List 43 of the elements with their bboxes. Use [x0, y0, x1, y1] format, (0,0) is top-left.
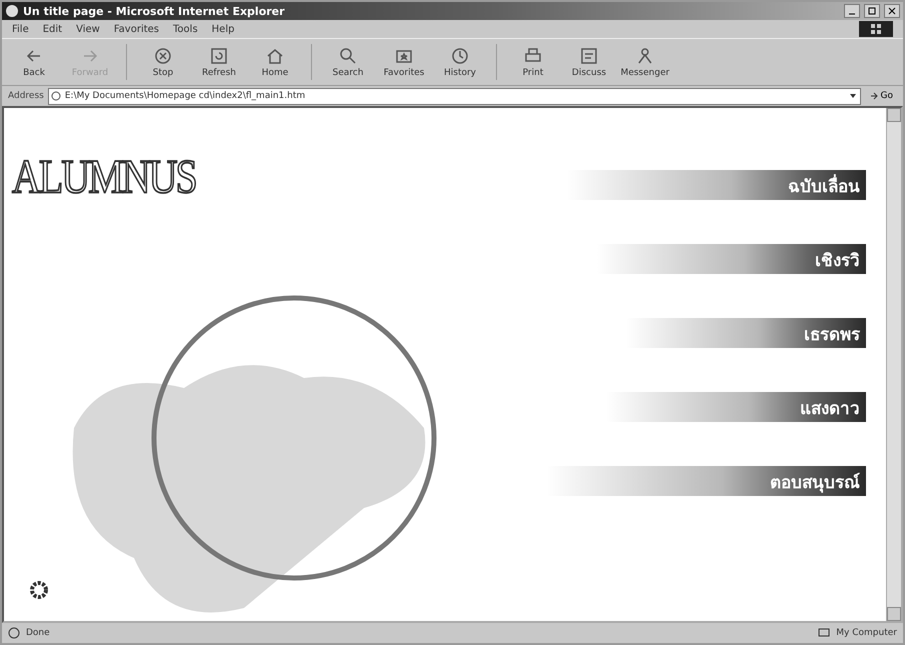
toolbar-button[interactable]: Refresh	[193, 41, 245, 83]
status-text: Done	[26, 628, 50, 638]
menu-item[interactable]: File	[12, 24, 29, 34]
go-button[interactable]: Go	[864, 91, 897, 101]
maximize-button[interactable]	[864, 4, 880, 18]
computer-icon	[818, 627, 830, 639]
toolbar-button[interactable]: Favorites	[378, 41, 430, 83]
toolbar-button[interactable]: Messenger	[619, 41, 671, 83]
menu-item[interactable]: Tools	[173, 24, 198, 34]
toolbar-button[interactable]: Discuss	[563, 41, 615, 83]
stop-icon	[153, 46, 173, 66]
windows-logo	[859, 21, 893, 37]
toolbar-button[interactable]: Back	[8, 41, 60, 83]
home-icon	[265, 46, 285, 66]
minimize-button[interactable]	[844, 4, 860, 18]
menu-item[interactable]: Edit	[42, 24, 62, 34]
site-logo: ALUMNUS	[12, 148, 196, 204]
toolbar-button[interactable]: Print	[507, 41, 559, 83]
window-title: Un title page - Microsoft Internet Explorer	[23, 4, 286, 18]
search-icon	[338, 46, 358, 66]
address-field[interactable]: E:\My Documents\Homepage cd\index2\fl_main1.htm	[48, 88, 861, 104]
zone-text: My Computer	[836, 628, 897, 638]
history-icon	[450, 46, 470, 66]
close-icon	[888, 7, 896, 15]
maximize-icon	[868, 7, 876, 15]
close-button[interactable]	[884, 4, 900, 18]
gear-icon[interactable]	[28, 579, 50, 601]
minimize-icon	[848, 13, 856, 15]
scrollbar[interactable]	[886, 108, 901, 621]
menu-item[interactable]: Help	[212, 24, 234, 34]
browser-icon	[5, 4, 19, 18]
toolbar-button[interactable]: Stop	[137, 41, 189, 83]
address-label: Address	[8, 91, 44, 101]
toolbar-button[interactable]: Home	[249, 41, 301, 83]
menu-item[interactable]: View	[76, 24, 100, 34]
page-icon	[8, 627, 20, 639]
menu-item[interactable]: Favorites	[114, 24, 160, 34]
toolbar-button[interactable]: Search	[322, 41, 374, 83]
page-icon	[50, 91, 61, 101]
refresh-icon	[209, 46, 229, 66]
arrow-icon	[868, 91, 879, 101]
toolbar-button[interactable]: History	[434, 41, 486, 83]
discuss-icon	[579, 46, 599, 66]
